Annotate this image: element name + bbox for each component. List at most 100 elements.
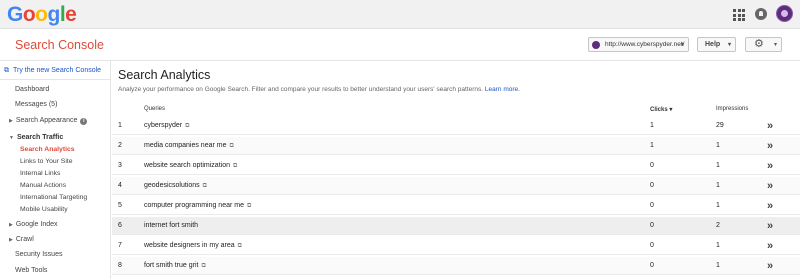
column-header-clicks[interactable]: Clicks ▾ — [650, 106, 672, 113]
row-details-icon[interactable]: » — [767, 140, 773, 152]
sidebar-divider — [0, 79, 110, 80]
sidebar-item-security-issues[interactable]: Security Issues — [15, 251, 62, 258]
help-button[interactable]: Help ▾ — [697, 37, 736, 52]
table-row[interactable]: 7 website designers in my area ⧉ 0 1 » — [112, 237, 800, 255]
page-title: Search Analytics — [118, 68, 211, 82]
row-details-icon[interactable]: » — [767, 160, 773, 172]
column-header-impressions[interactable]: Impressions — [716, 106, 748, 112]
table-row[interactable]: 8 fort smith true grit ⧉ 0 1 » — [112, 257, 800, 275]
sidebar-item-label: Search Appearance — [15, 117, 78, 124]
logo-letter-o1: o — [22, 3, 36, 26]
learn-more-link[interactable]: Learn more. — [485, 86, 520, 93]
chevron-down-icon: ▾ — [727, 42, 731, 48]
table-row[interactable]: 6 internet fort smith 0 2 » — [112, 217, 800, 235]
query-cell: fort smith true grit ⧉ — [144, 262, 206, 270]
clicks-cell: 0 — [650, 182, 654, 189]
impressions-cell: 1 — [716, 182, 720, 189]
query-cell: cyberspyder ⧉ — [144, 122, 189, 130]
table-row[interactable]: 2 media companies near me ⧉ 1 1 » — [112, 137, 800, 155]
external-link-icon[interactable]: ⧉ — [247, 203, 251, 209]
sidebar-item-international-targeting[interactable]: International Targeting — [20, 194, 87, 201]
google-top-bar: Google — [0, 0, 800, 29]
sidebar-item-search-traffic[interactable]: ▼ Search Traffic — [9, 134, 63, 141]
query-text: geodesicsolutions — [144, 182, 200, 189]
external-link-icon[interactable]: ⧉ — [203, 183, 207, 189]
row-number: 8 — [118, 262, 122, 269]
external-link-icon[interactable]: ⧉ — [233, 163, 237, 169]
sidebar-item-manual-actions[interactable]: Manual Actions — [20, 182, 66, 189]
gear-icon: ⚙ — [754, 38, 764, 50]
table-header: Queries Clicks ▾ Impressions — [112, 103, 800, 116]
sidebar-item-label: Crawl — [15, 236, 34, 243]
query-cell: website search optimization ⧉ — [144, 162, 237, 170]
sidebar-item-search-appearance[interactable]: ▶ Search Appearance i — [9, 117, 88, 125]
external-link-icon[interactable]: ⧉ — [230, 143, 234, 149]
query-text: media companies near me — [144, 142, 227, 149]
table-row[interactable]: 5 computer programming near me ⧉ 0 1 » — [112, 197, 800, 215]
clicks-cell: 0 — [650, 202, 654, 209]
expand-triangle-icon: ▶ — [9, 222, 13, 228]
sidebar-item-google-index[interactable]: ▶ Google Index — [9, 221, 58, 228]
logo-letter-g: G — [7, 3, 23, 26]
expand-triangle-icon: ▶ — [9, 118, 13, 124]
table-row[interactable]: 3 website search optimization ⧉ 0 1 » — [112, 157, 800, 175]
impressions-cell: 29 — [716, 122, 724, 129]
sidebar-item-search-analytics[interactable]: Search Analytics — [20, 146, 75, 153]
table-row[interactable]: 1 cyberspyder ⧉ 1 29 » — [112, 117, 800, 135]
google-logo[interactable]: Google — [7, 3, 77, 27]
row-number: 6 — [118, 222, 122, 229]
row-details-icon[interactable]: » — [767, 240, 773, 252]
impressions-cell: 1 — [716, 242, 720, 249]
notifications-icon[interactable] — [755, 8, 767, 20]
query-text: website designers in my area — [144, 242, 235, 249]
account-avatar[interactable] — [776, 5, 793, 22]
clicks-cell: 0 — [650, 242, 654, 249]
sidebar-item-label: Google Index — [15, 221, 58, 228]
sidebar-item-web-tools[interactable]: Web Tools — [15, 267, 47, 274]
row-number: 3 — [118, 162, 122, 169]
clicks-cell: 1 — [650, 122, 654, 129]
clicks-cell: 0 — [650, 262, 654, 269]
row-details-icon[interactable]: » — [767, 180, 773, 192]
sidebar-item-label: Search Traffic — [16, 134, 64, 141]
sidebar-item-dashboard[interactable]: Dashboard — [15, 86, 49, 93]
collapse-triangle-icon: ▼ — [9, 135, 14, 141]
query-cell: internet fort smith — [144, 222, 198, 229]
search-console-header: Search Console http://www.cyberspyder.ne… — [0, 29, 800, 61]
settings-button[interactable]: ⚙ ▾ — [745, 37, 782, 52]
row-number: 4 — [118, 182, 122, 189]
query-cell: computer programming near me ⧉ — [144, 202, 251, 210]
column-header-queries[interactable]: Queries — [144, 106, 165, 112]
query-text: fort smith true grit — [144, 262, 199, 269]
sidebar-item-internal-links[interactable]: Internal Links — [20, 170, 60, 177]
site-selector[interactable]: http://www.cyberspyder.net/ ▾ — [588, 37, 689, 52]
site-url: http://www.cyberspyder.net/ — [605, 41, 685, 48]
row-number: 7 — [118, 242, 122, 249]
product-title[interactable]: Search Console — [15, 38, 104, 52]
table-row[interactable]: 4 geodesicsolutions ⧉ 0 1 » — [112, 177, 800, 195]
sidebar-item-crawl[interactable]: ▶ Crawl — [9, 236, 34, 243]
sidebar-item-mobile-usability[interactable]: Mobile Usability — [20, 206, 68, 213]
row-details-icon[interactable]: » — [767, 220, 773, 232]
query-text: computer programming near me — [144, 202, 244, 209]
sidebar-item-messages[interactable]: Messages (5) — [15, 101, 57, 108]
sidebar-item-label: Try the new Search Console — [13, 67, 102, 74]
query-text: website search optimization — [144, 162, 230, 169]
clicks-cell: 0 — [650, 162, 654, 169]
row-details-icon[interactable]: » — [767, 120, 773, 132]
impressions-cell: 1 — [716, 262, 720, 269]
external-link-icon[interactable]: ⧉ — [185, 123, 189, 129]
chevron-down-icon: ▾ — [680, 42, 684, 48]
external-link-icon[interactable]: ⧉ — [238, 243, 242, 249]
sidebar-item-new-console[interactable]: ⧉ Try the new Search Console — [4, 67, 101, 75]
apps-grid-icon[interactable] — [733, 9, 745, 21]
description-text: Analyze your performance on Google Searc… — [118, 86, 484, 93]
clicks-cell: 0 — [650, 222, 654, 229]
info-icon[interactable]: i — [80, 118, 88, 125]
query-cell: geodesicsolutions ⧉ — [144, 182, 207, 190]
row-details-icon[interactable]: » — [767, 200, 773, 212]
row-details-icon[interactable]: » — [767, 260, 773, 272]
logo-letter-g2: g — [47, 3, 61, 26]
sidebar-item-links-to-your-site[interactable]: Links to Your Site — [20, 158, 73, 165]
external-link-icon[interactable]: ⧉ — [201, 263, 205, 269]
